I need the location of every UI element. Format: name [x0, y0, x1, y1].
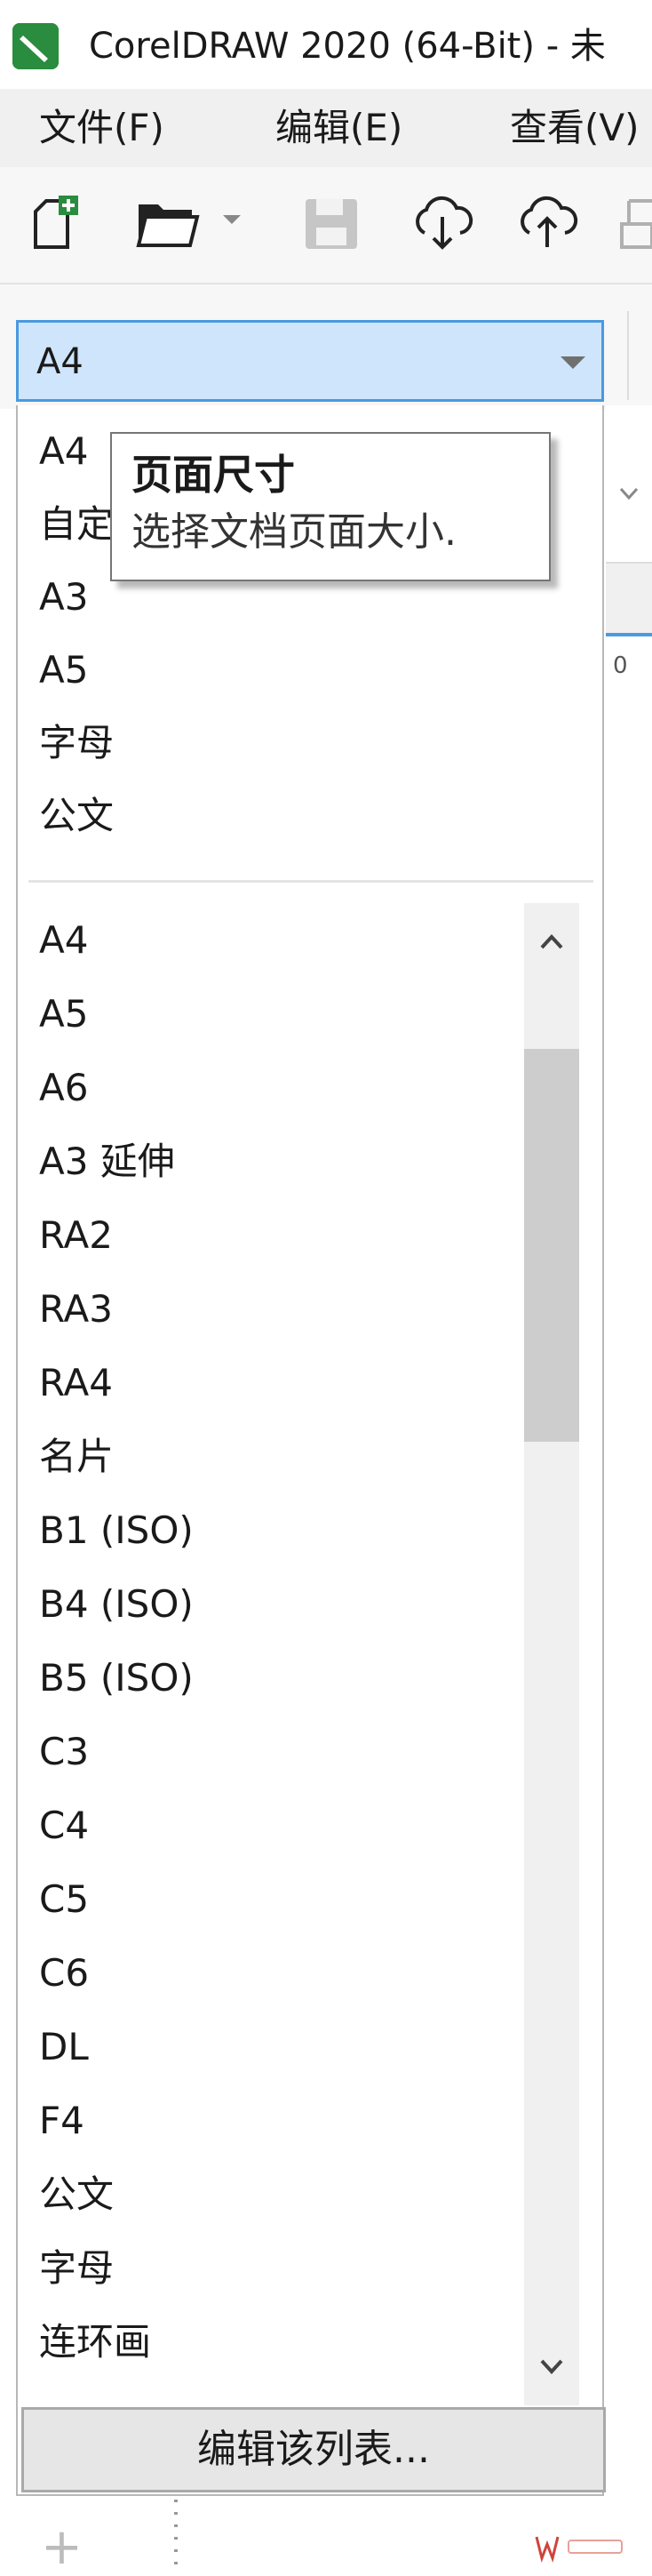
list-item[interactable]: RA2: [39, 1211, 113, 1260]
scrollbar-thumb[interactable]: [524, 1049, 579, 1442]
recent-divider: [28, 880, 593, 883]
canvas-background: [606, 405, 652, 2571]
list-item[interactable]: B1 (ISO): [39, 1506, 194, 1556]
scroll-up-icon[interactable]: [524, 903, 579, 983]
dotted-divider: [174, 2500, 178, 2571]
standard-toolbar: [0, 167, 652, 284]
list-item[interactable]: B4 (ISO): [39, 1580, 194, 1629]
new-document-icon[interactable]: [27, 192, 89, 258]
tooltip-description: 选择文档页面大小.: [131, 509, 457, 555]
list-item[interactable]: 名片: [39, 1432, 114, 1482]
menu-bar: 文件(F) 编辑(E) 查看(V): [0, 89, 652, 167]
list-item[interactable]: 连环画: [39, 2317, 151, 2367]
ruler: [606, 562, 652, 635]
print-icon[interactable]: [616, 192, 652, 258]
ruler-tick-label: 0: [613, 652, 628, 679]
recent-item-custom[interactable]: 自定: [39, 500, 114, 549]
list-item[interactable]: A5: [39, 989, 88, 1039]
coreldraw-logo-icon: [12, 23, 59, 69]
page-size-dropdown: A4 自定 A3 A5 字母 公文 A4 A5 A6 A3 延伸 RA2 RA3…: [16, 405, 604, 2496]
save-icon[interactable]: [300, 192, 362, 258]
tooltip-title: 页面尺寸: [131, 451, 295, 499]
menu-view[interactable]: 查看(V): [510, 103, 640, 153]
menu-edit[interactable]: 编辑(E): [275, 103, 402, 153]
window-title: CorelDRAW 2020 (64-Bit) - 未: [89, 26, 606, 67]
recent-item-letter[interactable]: 字母: [39, 718, 114, 768]
dropdown-arrow-icon[interactable]: [561, 356, 585, 369]
cloud-upload-icon[interactable]: [513, 192, 581, 258]
add-page-icon[interactable]: +: [41, 2523, 83, 2572]
list-item[interactable]: RA3: [39, 1284, 113, 1334]
ruler-indicator: [606, 633, 652, 636]
menu-file[interactable]: 文件(F): [39, 103, 164, 153]
chevron-down-icon: [606, 480, 652, 533]
page-size-value: A4: [36, 341, 83, 382]
list-item[interactable]: A3 延伸: [39, 1137, 175, 1187]
edit-list-button[interactable]: 编辑该列表...: [21, 2407, 606, 2492]
cloud-download-icon[interactable]: [409, 192, 476, 258]
list-item[interactable]: DL: [39, 2022, 89, 2072]
watermark-logo-icon: [533, 2532, 631, 2568]
tooltip: 页面尺寸 选择文档页面大小.: [110, 432, 551, 581]
list-item[interactable]: C5: [39, 1875, 89, 1924]
list-item[interactable]: B5 (ISO): [39, 1653, 194, 1703]
open-folder-icon[interactable]: [133, 192, 204, 258]
list-item[interactable]: C3: [39, 1727, 89, 1777]
recent-item-legal[interactable]: 公文: [39, 791, 114, 841]
recent-item-a5[interactable]: A5: [39, 645, 88, 695]
list-item[interactable]: 字母: [39, 2244, 114, 2293]
recent-item-a3[interactable]: A3: [39, 572, 88, 622]
open-dropdown-icon[interactable]: [220, 212, 243, 233]
list-item[interactable]: 公文: [39, 2170, 114, 2220]
scroll-down-icon[interactable]: [524, 2329, 579, 2405]
list-item[interactable]: RA4: [39, 1358, 113, 1408]
title-bar: CorelDRAW 2020 (64-Bit) - 未: [0, 0, 652, 89]
list-item[interactable]: C6: [39, 1948, 89, 1998]
toolbar-separator: [627, 311, 629, 400]
list-item[interactable]: A6: [39, 1063, 88, 1113]
list-item[interactable]: A4: [39, 916, 88, 965]
page-size-combobox[interactable]: A4: [16, 320, 604, 402]
list-item[interactable]: C4: [39, 1801, 89, 1851]
recent-item-a4[interactable]: A4: [39, 427, 88, 476]
list-item[interactable]: F4: [39, 2096, 84, 2146]
